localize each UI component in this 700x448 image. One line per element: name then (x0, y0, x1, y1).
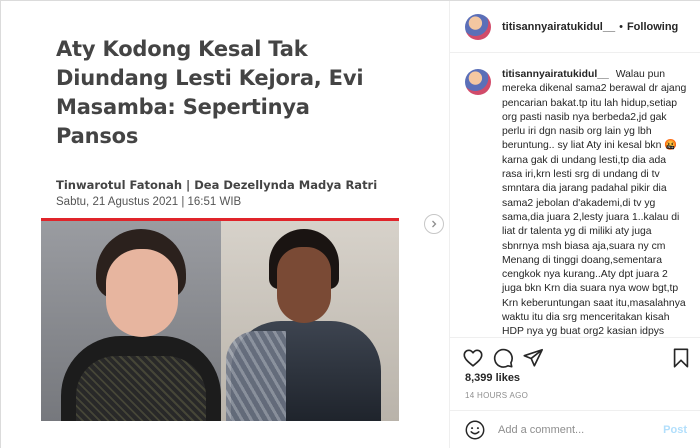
avatar[interactable] (465, 13, 491, 40)
post-actions (450, 337, 700, 377)
share-button[interactable] (522, 347, 544, 369)
add-comment-bar: Post (450, 410, 700, 448)
post-timestamp[interactable]: 14 HOURS AGO (465, 391, 528, 400)
likes-count[interactable]: 8,399 likes (465, 372, 520, 384)
article-authors: Tinwarotul Fatonah | Dea Dezellynda Mady… (56, 178, 378, 192)
next-media-button[interactable] (424, 214, 444, 234)
caption-avatar[interactable] (465, 69, 491, 95)
comment-input[interactable] (498, 424, 664, 436)
post-comment-button[interactable]: Post (663, 424, 687, 436)
following-button[interactable]: Following (627, 21, 678, 33)
emoji-icon[interactable] (464, 419, 486, 441)
post-username[interactable]: titisannyairatukidul__ (502, 21, 615, 33)
article-headline: Aty Kodong Kesal Tak Diundang Lesti Kejo… (56, 37, 364, 148)
person-left-dress (76, 356, 206, 421)
article-date: Sabtu, 21 Agustus 2021 | 16:51 WIB (56, 196, 242, 208)
article-photo (41, 221, 399, 421)
share-icon (523, 348, 543, 367)
bookmark-icon (673, 348, 689, 368)
instagram-post-modal: Aty Kodong Kesal Tak Diundang Lesti Kejo… (0, 0, 700, 448)
save-button[interactable] (670, 347, 692, 369)
chevron-right-icon (432, 220, 437, 228)
comment-icon (493, 348, 513, 368)
heart-icon (463, 349, 483, 367)
comment-button[interactable] (492, 347, 514, 369)
caption-username[interactable]: titisannyairatukidul__ (502, 69, 609, 80)
caption-text: Walau pun mereka dikenal sama2 berawal d… (502, 69, 687, 337)
post-header: titisannyairatukidul__ • Following (450, 1, 700, 53)
like-button[interactable] (462, 347, 484, 369)
comments-scroll-area[interactable]: titisannyairatukidul__ Walau pun mereka … (450, 54, 700, 337)
person-left-face (106, 249, 178, 337)
person-right-scarf (226, 331, 286, 421)
post-side-panel: titisannyairatukidul__ • Following titis… (449, 1, 700, 448)
separator-dot: • (619, 20, 623, 33)
post-media: Aty Kodong Kesal Tak Diundang Lesti Kejo… (1, 1, 449, 448)
person-right-face (277, 247, 331, 323)
post-caption: titisannyairatukidul__ Walau pun mereka … (502, 68, 689, 337)
